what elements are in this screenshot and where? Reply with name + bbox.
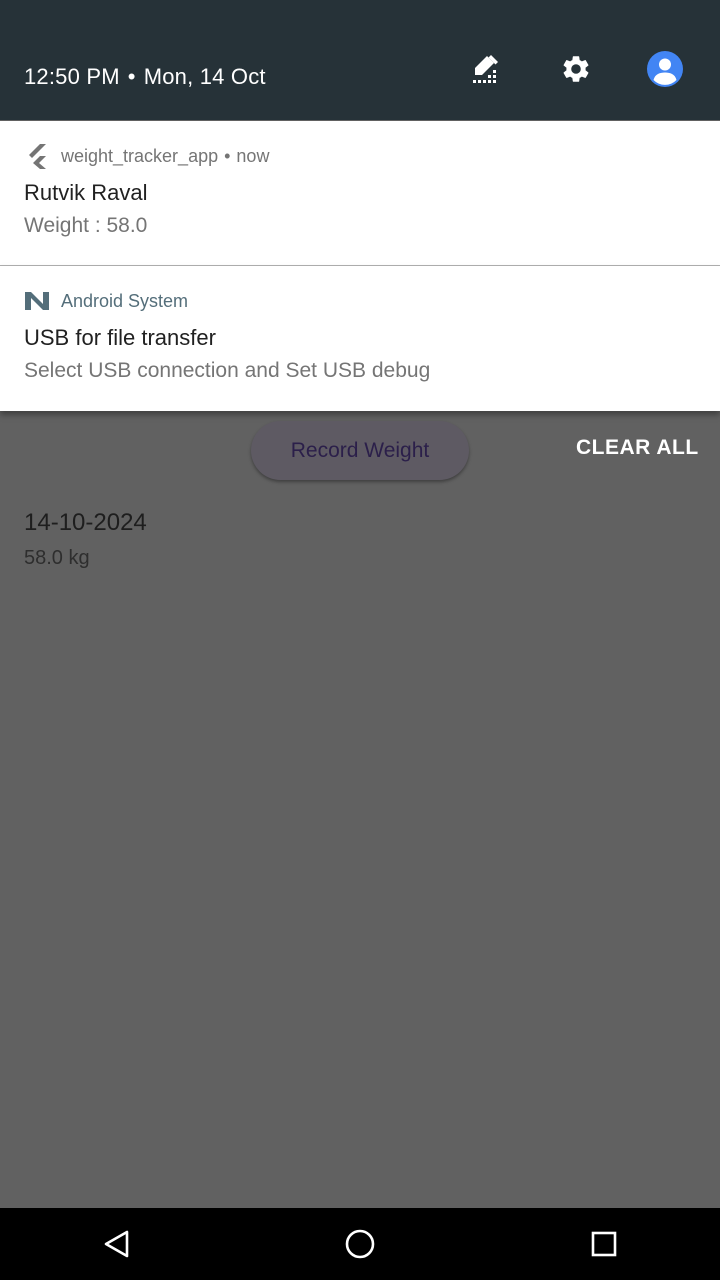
recents-icon — [591, 1231, 617, 1257]
notification-header: weight_tracker_app • now — [24, 143, 269, 169]
flutter-icon — [24, 143, 50, 169]
notification-text: Weight : 58.0 — [24, 214, 148, 237]
notification-text: Select USB connection and Set USB debug — [24, 359, 431, 382]
notification-title: Rutvik Raval — [24, 180, 148, 205]
app-name: weight_tracker_app — [61, 145, 219, 166]
notification-header: Android System — [24, 288, 188, 314]
gear-icon — [563, 56, 589, 82]
entry-weight: 58.0 kg — [24, 547, 90, 569]
notification-android-system[interactable]: Android System USB for file transfer Sel… — [0, 266, 720, 411]
android-n-icon — [24, 288, 50, 314]
separator-dot: • — [224, 145, 231, 166]
screen: 12:50 PM • Mon, 14 Oct weight_tracker_ap… — [0, 0, 720, 1280]
notification-weight-tracker[interactable]: weight_tracker_app • now Rutvik Raval We… — [0, 121, 720, 265]
quick-settings-header: 12:50 PM • Mon, 14 Oct — [0, 0, 720, 120]
entry-date: 14-10-2024 — [24, 509, 147, 536]
notification-time: now — [236, 145, 270, 166]
edit-tiles-icon — [473, 55, 498, 83]
home-button[interactable] — [340, 1224, 380, 1264]
back-icon — [104, 1230, 129, 1258]
separator-dot: • — [127, 64, 136, 89]
settings-button[interactable] — [557, 50, 595, 88]
recents-button[interactable] — [584, 1224, 624, 1264]
date-time[interactable]: 12:50 PM • Mon, 14 Oct — [24, 64, 266, 90]
navigation-bar — [0, 1208, 720, 1280]
clear-all-button[interactable]: CLEAR ALL — [576, 436, 699, 460]
back-button[interactable] — [97, 1224, 137, 1264]
account-icon — [647, 51, 683, 87]
home-icon — [345, 1229, 375, 1259]
clock-time: 12:50 PM — [24, 64, 120, 89]
account-button[interactable] — [646, 50, 684, 88]
record-weight-button[interactable]: Record Weight — [251, 421, 469, 480]
app-name: Android System — [61, 290, 189, 311]
notification-title: USB for file transfer — [24, 325, 216, 350]
edit-tiles-button[interactable] — [467, 50, 505, 88]
date-label: Mon, 14 Oct — [143, 64, 266, 89]
